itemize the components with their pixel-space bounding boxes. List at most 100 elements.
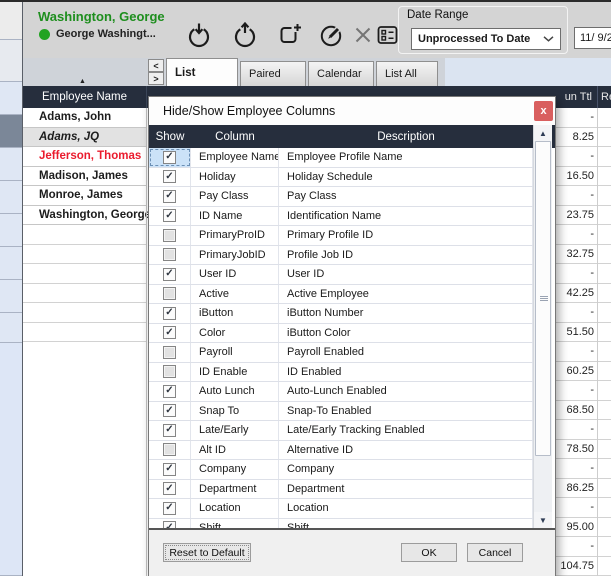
- checkbox-checked[interactable]: ✓: [163, 189, 176, 203]
- date-input[interactable]: 11/ 9/20: [574, 27, 611, 49]
- strip-cell[interactable]: [0, 82, 22, 115]
- dialog-row[interactable]: ✓ User ID User ID: [149, 265, 533, 285]
- employee-name-column-header[interactable]: Employee Name: [23, 86, 146, 108]
- tab-paired[interactable]: Paired: [240, 61, 306, 86]
- employee-row[interactable]: Jefferson, Thomas: [23, 147, 146, 167]
- grid-value-row[interactable]: -: [556, 420, 611, 440]
- grid-value-row[interactable]: 32.75: [556, 245, 611, 264]
- delete-icon[interactable]: [353, 20, 373, 50]
- employee-row-empty[interactable]: [23, 264, 146, 284]
- show-cell[interactable]: ✓: [149, 148, 191, 167]
- strip-cell[interactable]: [0, 181, 22, 214]
- scroll-up-button[interactable]: ▲: [534, 125, 552, 141]
- dialog-row[interactable]: ✓ Holiday Holiday Schedule: [149, 167, 533, 187]
- clock-out-icon[interactable]: [231, 20, 259, 50]
- show-cell[interactable]: ✓: [149, 187, 191, 206]
- tab-list-all[interactable]: List All: [376, 61, 438, 86]
- cancel-button[interactable]: Cancel: [467, 543, 523, 562]
- dialog-row[interactable]: Alt ID Alternative ID: [149, 440, 533, 460]
- grid-value-row[interactable]: 8.25: [556, 128, 611, 147]
- strip-cell[interactable]: [0, 247, 22, 280]
- checkbox-unchecked[interactable]: [163, 248, 176, 262]
- tab-calendar[interactable]: Calendar: [308, 61, 374, 86]
- clock-in-icon[interactable]: [185, 20, 213, 50]
- checkbox-checked[interactable]: ✓: [163, 150, 176, 164]
- employee-row-empty[interactable]: [23, 323, 146, 342]
- dialog-row[interactable]: ✓ Late/Early Late/Early Tracking Enabled: [149, 421, 533, 441]
- checkbox-unchecked[interactable]: [163, 443, 176, 457]
- show-cell[interactable]: ✓: [149, 460, 191, 479]
- grid-value-row[interactable]: 60.25: [556, 362, 611, 381]
- dialog-row[interactable]: ✓ Pay Class Pay Class: [149, 187, 533, 207]
- grid-value-row[interactable]: -: [556, 381, 611, 401]
- dialog-row[interactable]: ✓ Location Location: [149, 499, 533, 519]
- dialog-row[interactable]: ID Enable ID Enabled: [149, 362, 533, 382]
- employee-row[interactable]: Madison, James: [23, 167, 146, 186]
- employee-row-empty[interactable]: [23, 245, 146, 264]
- reset-to-default-button[interactable]: Reset to Default: [163, 543, 251, 562]
- show-cell[interactable]: [149, 440, 191, 459]
- strip-cell[interactable]: [0, 280, 22, 313]
- grid-value-row[interactable]: -: [556, 108, 611, 128]
- dialog-row[interactable]: ✓ Color iButton Color: [149, 323, 533, 343]
- strip-cell[interactable]: [0, 148, 22, 181]
- show-cell[interactable]: ✓: [149, 479, 191, 498]
- checkbox-checked[interactable]: ✓: [163, 384, 176, 398]
- show-cell[interactable]: ✓: [149, 323, 191, 342]
- checkbox-checked[interactable]: ✓: [163, 306, 176, 320]
- employee-row[interactable]: Washington, George: [23, 206, 151, 225]
- grid-value-row[interactable]: -: [556, 303, 611, 323]
- checkbox-unchecked[interactable]: [163, 287, 176, 301]
- tab-scroll-prev-button[interactable]: <: [148, 59, 164, 72]
- edit-icon[interactable]: [317, 20, 345, 50]
- dialog-row[interactable]: ✓ Department Department: [149, 479, 533, 499]
- tab-scroll-next-button[interactable]: >: [148, 72, 164, 85]
- employee-row-empty[interactable]: [23, 225, 146, 245]
- reg-ttl-column-header[interactable]: Reg T: [601, 86, 611, 108]
- grid-value-row[interactable]: -: [556, 459, 611, 479]
- checkbox-checked[interactable]: ✓: [163, 521, 176, 528]
- show-cell[interactable]: [149, 245, 191, 264]
- scrollbar-thumb[interactable]: [535, 141, 551, 456]
- ok-button[interactable]: OK: [401, 543, 457, 562]
- strip-cell[interactable]: [0, 343, 22, 576]
- strip-cell-selected[interactable]: [0, 115, 22, 148]
- grid-value-row[interactable]: -: [556, 498, 611, 518]
- checkbox-checked[interactable]: ✓: [163, 482, 176, 496]
- grid-value-row[interactable]: -: [556, 264, 611, 284]
- strip-cell[interactable]: [0, 40, 22, 82]
- grid-value-row[interactable]: 78.50: [556, 440, 611, 459]
- show-cell[interactable]: ✓: [149, 401, 191, 420]
- checkbox-checked[interactable]: ✓: [163, 423, 176, 437]
- details-form-icon[interactable]: [374, 20, 400, 50]
- dialog-row[interactable]: Active Active Employee: [149, 284, 533, 304]
- checkbox-unchecked[interactable]: [163, 345, 176, 359]
- show-cell[interactable]: ✓: [149, 518, 191, 528]
- show-cell[interactable]: ✓: [149, 206, 191, 225]
- dialog-row[interactable]: PrimaryProID Primary Profile ID: [149, 226, 533, 246]
- show-cell[interactable]: ✓: [149, 265, 191, 284]
- checkbox-unchecked[interactable]: [163, 365, 176, 379]
- dialog-row[interactable]: ✓ Auto Lunch Auto-Lunch Enabled: [149, 382, 533, 402]
- dialog-row[interactable]: ✓ ID Name Identification Name: [149, 206, 533, 226]
- grid-value-row[interactable]: -: [556, 147, 611, 167]
- employee-row[interactable]: Adams, John: [23, 108, 146, 128]
- employee-row[interactable]: Monroe, James: [23, 186, 146, 206]
- employee-row-empty[interactable]: [23, 303, 146, 323]
- strip-cell[interactable]: [0, 214, 22, 247]
- show-cell[interactable]: [149, 362, 191, 381]
- show-cell[interactable]: ✓: [149, 421, 191, 440]
- show-cell[interactable]: ✓: [149, 167, 191, 186]
- dialog-close-button[interactable]: x: [534, 101, 553, 121]
- employee-row[interactable]: Adams, JQ: [23, 127, 146, 147]
- grid-value-row[interactable]: 95.00: [556, 518, 611, 537]
- dialog-row[interactable]: ✓ iButton iButton Number: [149, 304, 533, 324]
- add-punch-icon[interactable]: [275, 20, 303, 50]
- grid-value-row[interactable]: -: [556, 342, 611, 362]
- grid-value-row[interactable]: 68.50: [556, 401, 611, 420]
- show-cell[interactable]: [149, 343, 191, 362]
- dialog-row[interactable]: ✓ Snap To Snap-To Enabled: [149, 401, 533, 421]
- strip-cell[interactable]: [0, 313, 22, 343]
- checkbox-checked[interactable]: ✓: [163, 209, 176, 223]
- show-cell[interactable]: ✓: [149, 304, 191, 323]
